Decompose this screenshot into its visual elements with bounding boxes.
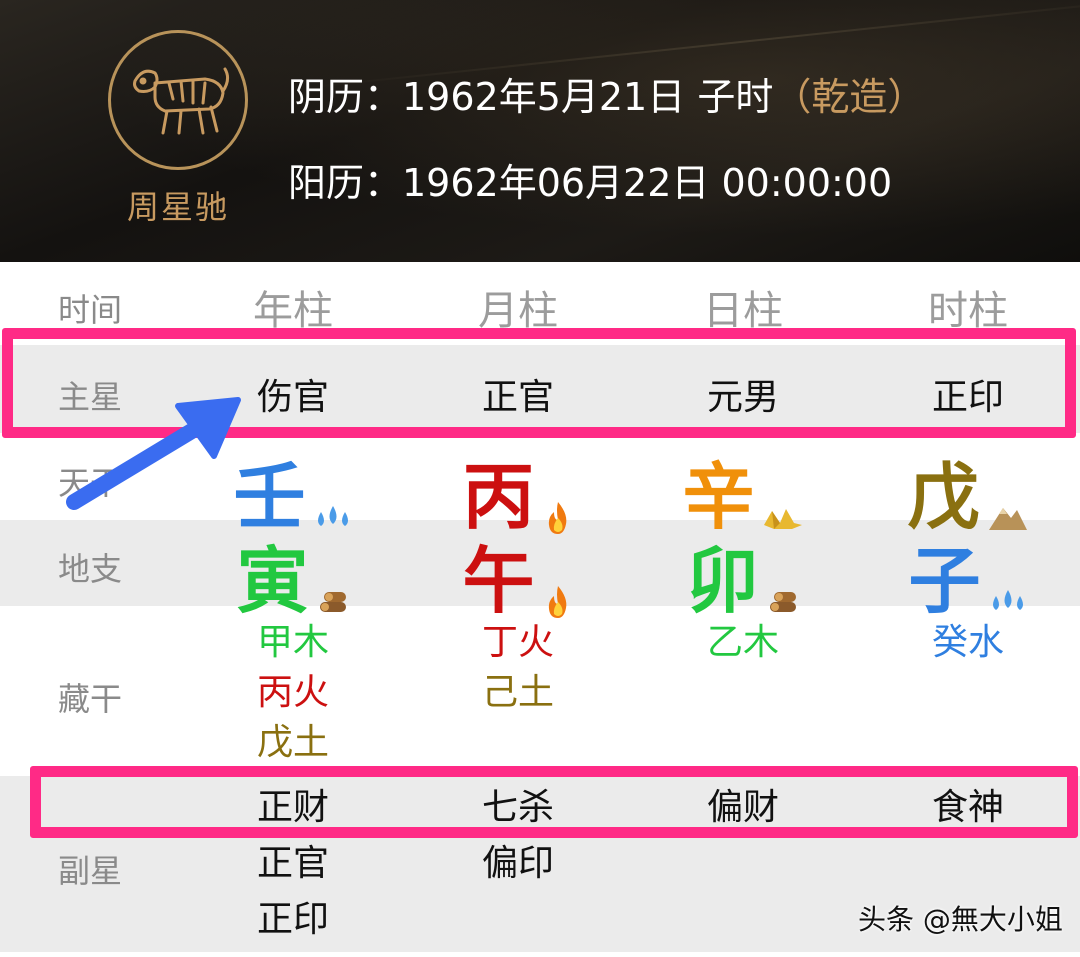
- fire-icon: [548, 585, 566, 618]
- dizhi-year-char: 寅: [236, 539, 309, 623]
- canggan-year-3: 戊土: [256, 722, 329, 763]
- dizhi-month: 午: [403, 522, 633, 627]
- canggan-year-2: 丙火: [256, 672, 329, 713]
- lunar-date: 阴历：1962年5月21日 子时（乾造）: [288, 66, 925, 121]
- time-label: 时间: [57, 291, 122, 329]
- zodiac-tiger-avatar[interactable]: [108, 30, 248, 170]
- fuxing-year-3: 正印: [256, 899, 329, 940]
- annotation-arrow-icon: [66, 397, 241, 510]
- dizhi-year: 寅: [178, 522, 408, 627]
- dizhi-hour: 子: [853, 522, 1080, 627]
- dizhi-day-char: 卯: [686, 539, 759, 623]
- canggan-day: 乙木: [628, 618, 858, 668]
- fuxing-highlight-box: [30, 766, 1078, 838]
- dizhi-label: 地支: [57, 550, 122, 588]
- dizhi-day: 卯: [628, 522, 858, 627]
- canggan-hour-1: 癸水: [931, 622, 1004, 663]
- person-name: 周星驰: [126, 188, 229, 226]
- canggan-hour: 癸水: [853, 618, 1080, 668]
- canggan-label: 藏干: [57, 680, 122, 718]
- dizhi-month-char: 午: [462, 539, 535, 623]
- profile-header: 周星驰 阴历：1962年5月21日 子时（乾造） 阳历：1962年06月22日 …: [0, 0, 1080, 262]
- canggan-month-2: 己土: [481, 672, 554, 713]
- solar-date: 阳历：1962年06月22日 00:00:00: [288, 161, 893, 205]
- canggan-year-1: 甲木: [256, 622, 329, 663]
- water-drops-icon: [992, 589, 1023, 610]
- fuxing-month-2: 偏印: [481, 843, 554, 884]
- canggan-month-1: 丁火: [481, 622, 554, 663]
- canggan-day-1: 乙木: [706, 622, 779, 663]
- tiger-icon: [133, 67, 230, 135]
- lunar-date-text: 阴历：1962年5月21日 子时: [288, 75, 774, 119]
- fuxing-label: 副星: [57, 852, 122, 890]
- dizhi-hour-char: 子: [908, 539, 981, 623]
- wood-logs-icon: [319, 591, 346, 612]
- fuxing-year-2: 正官: [256, 843, 329, 884]
- canggan-month: 丁火 己土: [403, 618, 633, 718]
- watermark: 头条 @無大小姐: [858, 903, 1063, 936]
- gender-label: （乾造）: [773, 75, 926, 119]
- canggan-year: 甲木 丙火 戊土: [178, 618, 408, 768]
- wood-logs-icon: [769, 591, 796, 612]
